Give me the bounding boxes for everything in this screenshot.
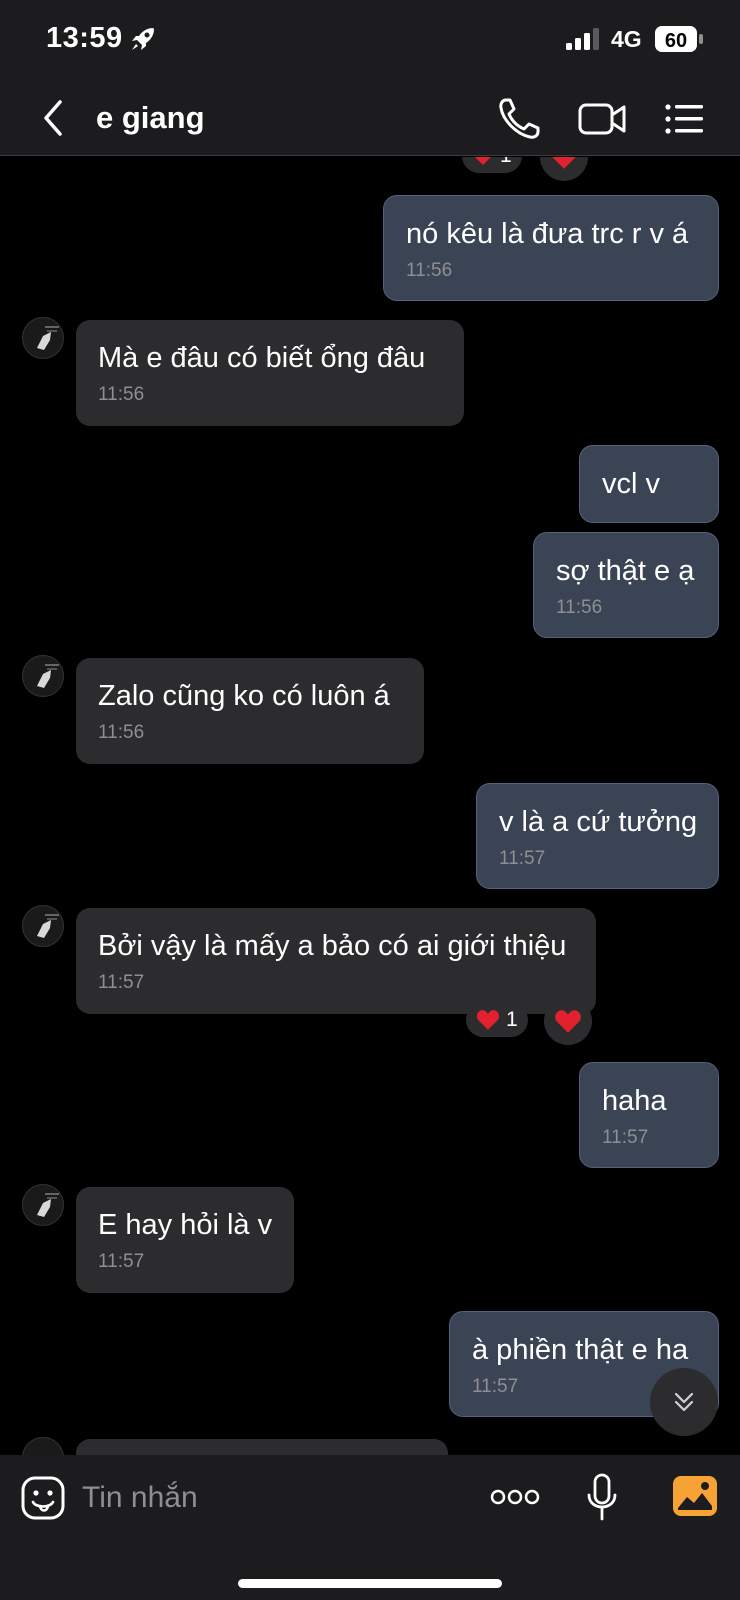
message-bubble-outgoing[interactable]: haha 11:57	[579, 1062, 719, 1168]
message-text: Mà e đâu có biết ổng đâu	[98, 342, 426, 374]
rocket-icon	[132, 28, 154, 50]
message-time: 11:56	[98, 384, 145, 405]
heart-icon	[475, 157, 491, 165]
message-bubble-incoming[interactable]: Bởi vậy là mấy a bảo có ai giới thiệu 11…	[76, 908, 596, 1014]
message-bubble-outgoing[interactable]: vcl v	[579, 445, 719, 523]
avatar[interactable]	[22, 1184, 64, 1226]
status-time: 13:59	[46, 22, 123, 54]
more-options-icon[interactable]	[490, 1485, 540, 1509]
scroll-to-bottom-button[interactable]	[650, 1368, 718, 1436]
photo-gallery-icon[interactable]	[672, 1475, 718, 1517]
avatar[interactable]	[22, 317, 64, 359]
emoji-sticker-icon[interactable]	[20, 1475, 66, 1521]
back-button[interactable]	[36, 96, 70, 140]
reaction-count: 1	[500, 157, 512, 168]
contact-name[interactable]: e giang	[96, 100, 205, 136]
message-time: 11:56	[98, 722, 145, 743]
message-input[interactable]	[82, 1473, 462, 1523]
network-type: 4G	[611, 26, 642, 52]
microphone-icon[interactable]	[585, 1473, 619, 1523]
heart-icon	[552, 157, 576, 169]
message-bubble-outgoing[interactable]: v là a cứ tưởng 11:57	[476, 783, 719, 889]
video-call-icon[interactable]	[578, 94, 628, 144]
heart-icon	[555, 1009, 581, 1033]
add-reaction-button[interactable]	[540, 157, 588, 181]
reaction-badge[interactable]: 1	[462, 157, 522, 173]
battery-icon: 60	[655, 26, 703, 52]
message-bubble-outgoing[interactable]: sợ thật e ạ 11:56	[533, 532, 719, 638]
avatar[interactable]	[22, 1437, 64, 1455]
avatar[interactable]	[22, 655, 64, 697]
reaction-badge[interactable]: 1	[466, 1003, 528, 1037]
message-time: 11:56	[556, 597, 603, 618]
message-bubble-incoming[interactable]: E hay hỏi là v 11:57	[76, 1187, 294, 1293]
reaction-count: 1	[506, 1008, 518, 1031]
message-text: Bởi vậy là mấy a bảo có ai giới thiệu	[98, 930, 567, 962]
message-bubble-incoming[interactable]	[76, 1439, 448, 1455]
message-text: Zalo cũng ko có luôn á	[98, 680, 390, 712]
message-time: 11:57	[602, 1127, 649, 1148]
phone-icon[interactable]	[494, 94, 544, 144]
signal-icon	[566, 28, 599, 50]
message-text: à phiền thật e ha	[472, 1334, 689, 1366]
message-text: nó kêu là đưa trc r v á	[406, 218, 689, 250]
message-time: 11:56	[406, 260, 453, 281]
message-time: 11:57	[98, 972, 145, 993]
home-indicator	[238, 1579, 502, 1588]
add-reaction-button[interactable]	[544, 997, 592, 1045]
message-list[interactable]: 1 nó kêu là đưa trc r v á 11:56 Mà e đâu…	[0, 157, 740, 1455]
message-time: 11:57	[98, 1251, 145, 1272]
message-bubble-incoming[interactable]: Zalo cũng ko có luôn á 11:56	[76, 658, 424, 764]
menu-list-icon[interactable]	[664, 94, 704, 144]
message-text: v là a cứ tưởng	[499, 806, 698, 838]
avatar[interactable]	[22, 905, 64, 947]
battery-level: 60	[665, 30, 687, 52]
message-text: E hay hỏi là v	[98, 1209, 273, 1241]
message-text: vcl v	[602, 468, 660, 500]
message-bubble-outgoing[interactable]: nó kêu là đưa trc r v á 11:56	[383, 195, 719, 301]
status-bar: 13:59 4G 60	[0, 0, 740, 82]
message-bubble-incoming[interactable]: Mà e đâu có biết ổng đâu 11:56	[76, 320, 464, 426]
double-chevron-down-icon	[674, 1392, 694, 1412]
chat-header: e giang	[0, 82, 740, 156]
heart-icon	[476, 1010, 500, 1030]
message-time: 11:57	[499, 848, 546, 869]
message-text: sợ thật e ạ	[556, 555, 695, 587]
message-text: haha	[602, 1085, 667, 1117]
